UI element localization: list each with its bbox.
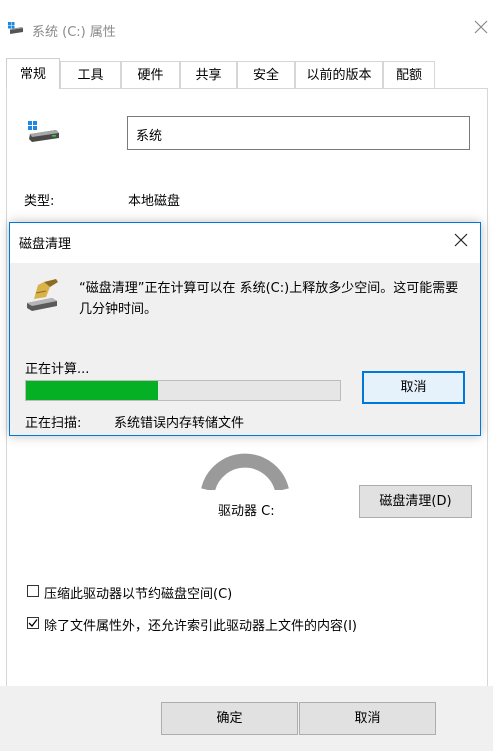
dialog-title: 磁盘清理 [19, 237, 72, 252]
cancel-button[interactable]: 取消 [299, 702, 436, 735]
calculating-label: 正在计算... [25, 362, 90, 377]
close-icon[interactable] [451, 230, 471, 250]
scanning-value: 系统错误内存转储文件 [114, 416, 245, 431]
disk-cleanup-icon [27, 279, 58, 311]
tab-sharing[interactable]: 共享 [180, 61, 237, 88]
drive-label: 驱动器 C: [218, 504, 275, 519]
tab-quota[interactable]: 配额 [383, 61, 435, 88]
capacity-chart [201, 453, 289, 490]
tab-general[interactable]: 常规 [6, 58, 60, 89]
disk-cleanup-button[interactable]: 磁盘清理(D) [359, 485, 472, 518]
disk-cleanup-dialog: 磁盘清理 “磁盘清理”正在计算可以在 系统(C:)上释放多少空间。这可能需要几分… [9, 222, 481, 436]
tab-previous-versions[interactable]: 以前的版本 [295, 61, 383, 88]
tab-strip: 常规 工具 硬件 共享 安全 以前的版本 配额 [6, 58, 486, 89]
tab-hardware[interactable]: 硬件 [121, 61, 180, 88]
drive-icon [8, 22, 23, 34]
drive-name-field[interactable]: 系统 [127, 116, 470, 150]
tab-tools[interactable]: 工具 [60, 61, 121, 88]
tab-security[interactable]: 安全 [237, 61, 295, 88]
progress-bar [25, 380, 341, 401]
hard-drive-icon [28, 121, 59, 142]
ok-button[interactable]: 确定 [161, 702, 298, 735]
type-label: 类型: [24, 194, 55, 209]
dialog-cancel-button[interactable]: 取消 [362, 371, 465, 404]
compress-checkbox[interactable] [27, 585, 39, 597]
index-label[interactable]: 除了文件属性外，还允许索引此驱动器上文件的内容(I) [44, 615, 357, 634]
compress-label[interactable]: 压缩此驱动器以节约磁盘空间(C) [44, 583, 232, 602]
close-icon[interactable] [470, 16, 492, 38]
window-title: 系统 (C:) 属性 [32, 25, 116, 40]
checkmark-icon [28, 619, 38, 627]
scanning-label: 正在扫描: [25, 416, 82, 431]
index-checkbox[interactable] [27, 617, 39, 629]
dialog-message: “磁盘清理”正在计算可以在 系统(C:)上释放多少空间。这可能需要几分钟时间。 [79, 281, 459, 317]
progress-fill [26, 381, 158, 400]
type-value: 本地磁盘 [128, 194, 181, 209]
